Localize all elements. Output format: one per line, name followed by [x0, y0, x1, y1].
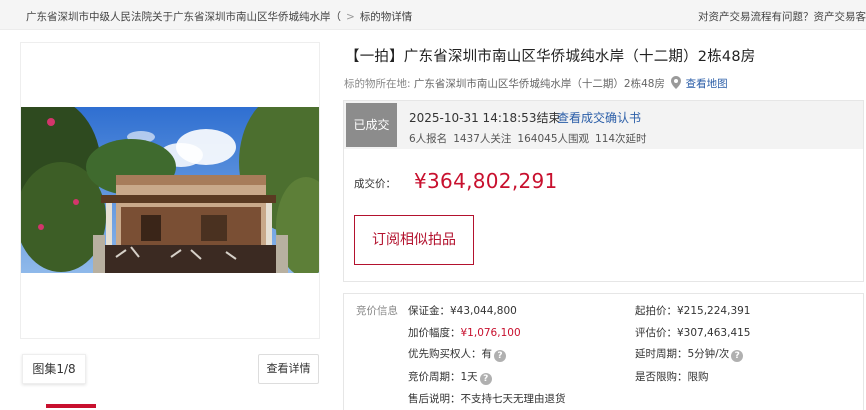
bid-info-title: 竞价信息	[356, 305, 398, 317]
priority-value: 有	[481, 348, 493, 360]
breadcrumb-separator: >	[346, 11, 355, 23]
location-row: 标的物所在地: 广东省深圳市南山区华侨城纯水岸（十二期）2栋48房 查看地图	[344, 76, 728, 92]
breadcrumb: 广东省深圳市中级人民法院关于广东省深圳市南山区华侨城纯水岸（ > 标的物详情	[26, 9, 412, 24]
delay-row: 延时周期：5分钟/次?	[635, 346, 744, 362]
active-thumbnail-indicator	[46, 404, 96, 408]
breadcrumb-item-current[interactable]: 标的物详情	[360, 11, 413, 23]
album-counter-label: 图集	[32, 362, 57, 376]
purchase-limit-value: 限购	[687, 371, 709, 383]
auction-stats: 6人报名 1437人关注 164045人围观 114次延时	[409, 131, 653, 146]
photo-gallery[interactable]	[20, 42, 320, 339]
listing-title: 【一拍】广东省深圳市南山区华侨城纯水岸（十二期）2栋48房	[345, 49, 756, 65]
signup-count: 6人报名	[409, 133, 448, 145]
extension-count: 114次延时	[595, 133, 647, 145]
increment-value: ¥1,076,100	[460, 327, 521, 339]
cycle-value: 1天	[460, 371, 478, 383]
subscribe-similar-button[interactable]: 订阅相似拍品	[354, 215, 474, 265]
priority-row: 优先购买权人：有?	[408, 346, 506, 362]
appraisal-value: ¥307,463,415	[677, 327, 751, 339]
deal-price-label: 成交价：	[354, 178, 396, 190]
purchase-limit-label: 是否限购：	[635, 371, 688, 383]
deposit-label: 保证金：	[408, 305, 450, 317]
view-details-button[interactable]: 查看详情	[258, 354, 319, 384]
view-count: 164045人围观	[517, 133, 590, 145]
location-label: 标的物所在地:	[344, 78, 411, 90]
start-price-value: ¥215,224,391	[677, 305, 751, 317]
help-question-icon[interactable]: ?	[731, 350, 744, 362]
map-pin-icon[interactable]	[671, 76, 682, 92]
after-sale-row: 售后说明：不支持七天无理由退货	[408, 391, 566, 406]
appraisal-label: 评估价：	[635, 327, 677, 339]
help-question-icon[interactable]: ?	[494, 350, 506, 362]
end-time: 2025-10-31 14:18:53结束	[409, 111, 561, 125]
breadcrumb-item-court[interactable]: 广东省深圳市中级人民法院关于广东省深圳市南山区华侨城纯水岸（	[26, 11, 341, 23]
purchase-limit-row: 是否限购：限购	[635, 369, 709, 384]
view-map-link[interactable]: 查看地图	[686, 78, 728, 90]
status-header: 已成交 2025-10-31 14:18:53结束 查看成交确认书 6人报名 14…	[344, 101, 863, 149]
help-link[interactable]: 对资产交易流程有问题？资产交易客	[698, 9, 866, 24]
deposit-row: 保证金：¥43,044,800	[408, 303, 517, 318]
view-confirmation-link[interactable]: 查看成交确认书	[557, 109, 641, 126]
delay-value: 5分钟/次	[687, 348, 730, 360]
album-counter-value: 1/8	[56, 362, 76, 376]
breadcrumb-bar: 广东省深圳市中级人民法院关于广东省深圳市南山区华侨城纯水岸（ > 标的物详情 对资产…	[0, 0, 866, 30]
follower-count: 1437人关注	[453, 133, 512, 145]
priority-label: 优先购买权人：	[408, 348, 482, 360]
help-question-icon[interactable]: ?	[479, 373, 492, 385]
start-price-label: 起拍价：	[635, 305, 677, 317]
increment-row: 加价幅度：¥1,076,100	[408, 325, 521, 340]
after-sale-label: 售后说明：	[408, 393, 461, 405]
after-sale-value: 不支持七天无理由退货	[460, 393, 566, 405]
location-value: 广东省深圳市南山区华侨城纯水岸（十二期）2栋48房	[413, 78, 665, 90]
property-photo	[21, 107, 319, 273]
cycle-label: 竞价周期：	[408, 371, 461, 383]
status-badge: 已成交	[346, 103, 397, 147]
deposit-value: ¥43,044,800	[450, 305, 517, 317]
auction-status-panel: 已成交 2025-10-31 14:18:53结束 查看成交确认书 6人报名 14…	[343, 100, 864, 282]
delay-label: 延时周期：	[635, 348, 688, 360]
bid-info-panel: 竞价信息 保证金：¥43,044,800 加价幅度：¥1,076,100 优先购…	[343, 293, 864, 410]
album-counter[interactable]: 图集1/8	[22, 354, 86, 384]
appraisal-row: 评估价：¥307,463,415	[635, 325, 750, 340]
cycle-row: 竞价周期：1天?	[408, 369, 492, 385]
deal-price-value: ¥364,802,291	[414, 169, 558, 193]
start-price-row: 起拍价：¥215,224,391	[635, 303, 750, 318]
increment-label: 加价幅度：	[408, 327, 461, 339]
